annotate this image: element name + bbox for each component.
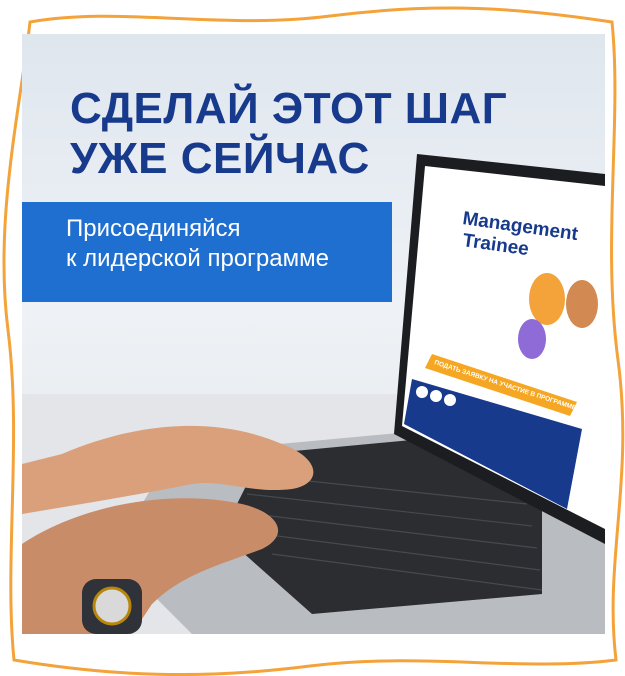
- banner-text: Присоединяйся к лидерской программе: [66, 214, 329, 274]
- headline-line1: СДЕЛАЙ ЭТОТ ШАГ: [70, 84, 508, 133]
- banner-line1: Присоединяйся: [66, 215, 241, 242]
- promo-photo: Management Trainee ПОДАТЬ ЗАЯВКУ НА УЧАС…: [22, 34, 605, 634]
- headline-line2: УЖЕ СЕЙЧАС: [70, 134, 370, 183]
- screen-apply-label: ПОДАТЬ ЗАЯВКУ НА УЧАСТИЕ В ПРОГРАММЕ: [433, 359, 577, 412]
- banner-line2: к лидерской программе: [66, 245, 329, 272]
- headline: СДЕЛАЙ ЭТОТ ШАГ УЖЕ СЕЙЧАС: [70, 84, 507, 184]
